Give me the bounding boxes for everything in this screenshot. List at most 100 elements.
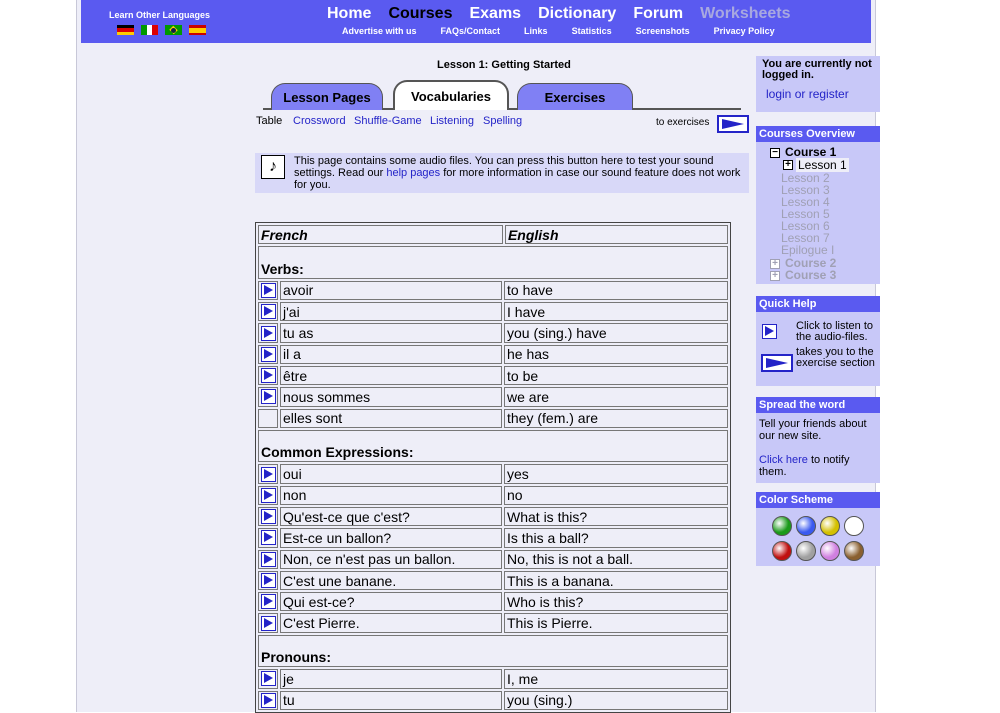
nav-exams[interactable]: Exams — [469, 5, 521, 23]
subnav-screenshots[interactable]: Screenshots — [636, 26, 690, 36]
sub-navigation: Advertise with us FAQs/Contact Links Sta… — [342, 26, 775, 36]
subtab-listening[interactable]: Listening — [430, 115, 474, 127]
french-word: non — [280, 485, 502, 505]
spread-the-word-panel: Spread the word Tell your friends about … — [756, 397, 880, 483]
course-3-item[interactable]: Course 3 — [785, 268, 836, 282]
tab-vocabularies[interactable]: Vocabularies — [393, 80, 509, 110]
subnav-privacy-policy[interactable]: Privacy Policy — [714, 26, 775, 36]
play-audio-icon[interactable] — [260, 325, 276, 341]
play-cell — [258, 485, 278, 505]
nav-courses[interactable]: Courses — [388, 5, 452, 23]
expand-course-3-icon[interactable]: + — [770, 271, 780, 281]
color-scheme-swatch[interactable] — [844, 516, 864, 536]
color-scheme-panel: Color Scheme — [756, 492, 880, 566]
play-cell — [258, 669, 278, 689]
spanish-flag-icon[interactable] — [189, 25, 206, 35]
play-cell — [258, 506, 278, 527]
lesson-1-item[interactable]: Lesson 1 — [796, 158, 849, 172]
color-scheme-swatch[interactable] — [820, 541, 840, 561]
subnav-statistics[interactable]: Statistics — [572, 26, 612, 36]
english-translation: No, this is not a ball. — [504, 549, 728, 569]
english-translation: to have — [504, 280, 728, 301]
help-pages-link[interactable]: help pages — [386, 167, 440, 179]
play-cell — [258, 344, 278, 364]
play-cell — [258, 323, 278, 343]
nav-worksheets[interactable]: Worksheets — [700, 5, 790, 23]
italian-flag-icon[interactable] — [141, 25, 159, 35]
english-translation: This is Pierre. — [504, 613, 728, 633]
nav-dictionary[interactable]: Dictionary — [538, 5, 616, 23]
login-register-link[interactable]: login or register — [766, 87, 849, 101]
to-exercises-arrow-icon[interactable] — [717, 115, 749, 133]
section-title: Verbs: — [258, 246, 728, 279]
play-audio-icon[interactable] — [260, 368, 276, 384]
play-audio-icon[interactable] — [260, 551, 276, 567]
play-audio-icon[interactable] — [260, 304, 276, 320]
color-scheme-swatch[interactable] — [772, 541, 792, 561]
color-scheme-swatch[interactable] — [796, 541, 816, 561]
play-cell — [258, 570, 278, 591]
english-translation: Is this a ball? — [504, 528, 728, 548]
french-word: j'ai — [280, 302, 502, 322]
course-1-item[interactable]: Course 1 — [785, 145, 836, 159]
section-row: Verbs: — [257, 245, 729, 280]
table-row: Qui est-ce? Who is this? — [257, 591, 729, 612]
epilogue-1-item[interactable]: Epilogue I — [781, 243, 834, 257]
play-audio-icon[interactable] — [260, 594, 276, 610]
table-row: C'est Pierre. This is Pierre. — [257, 612, 729, 633]
subtab-spelling[interactable]: Spelling — [483, 115, 522, 127]
play-cell — [258, 387, 278, 407]
table-row: tu as you (sing.) have — [257, 322, 729, 343]
table-row: avoir to have — [257, 280, 729, 301]
play-audio-icon[interactable] — [260, 615, 276, 631]
play-cell — [258, 613, 278, 633]
play-audio-icon[interactable] — [260, 692, 276, 708]
play-audio-icon[interactable] — [260, 282, 276, 298]
play-audio-icon[interactable] — [260, 466, 276, 482]
table-row: je I, me — [257, 668, 729, 689]
french-word: je — [280, 669, 502, 689]
subtab-shuffle-game[interactable]: Shuffle-Game — [354, 115, 422, 127]
top-navigation-bar: Learn Other Languages Home Courses Exams… — [81, 0, 871, 43]
english-translation: Who is this? — [504, 592, 728, 612]
english-translation: they (fem.) are — [504, 408, 728, 428]
subnav-faqs-contact[interactable]: FAQs/Contact — [441, 26, 501, 36]
english-translation: What is this? — [504, 506, 728, 527]
play-audio-icon[interactable] — [260, 389, 276, 405]
tab-lesson-pages[interactable]: Lesson Pages — [271, 83, 383, 110]
vocab-subtabs: Table Crossword Shuffle-Game Listening S… — [255, 115, 749, 135]
play-audio-icon[interactable] — [260, 487, 276, 503]
lesson-title: Lesson 1: Getting Started — [437, 59, 571, 71]
color-scheme-swatch[interactable] — [772, 516, 792, 536]
color-scheme-swatch[interactable] — [820, 516, 840, 536]
play-audio-icon[interactable] — [260, 346, 276, 362]
english-translation: I have — [504, 302, 728, 322]
nav-forum[interactable]: Forum — [633, 5, 683, 23]
english-translation: we are — [504, 387, 728, 407]
color-scheme-title: Color Scheme — [756, 492, 880, 508]
english-translation: you (sing.) — [504, 690, 728, 710]
german-flag-icon[interactable] — [117, 25, 134, 35]
french-word: il a — [280, 344, 502, 364]
subnav-links[interactable]: Links — [524, 26, 548, 36]
table-row: nous sommes we are — [257, 386, 729, 407]
expand-course-2-icon[interactable]: + — [770, 259, 780, 269]
brazilian-flag-icon[interactable] — [165, 25, 182, 35]
tab-exercises[interactable]: Exercises — [517, 83, 633, 110]
color-scheme-swatch[interactable] — [844, 541, 864, 561]
collapse-course-1-icon[interactable]: − — [770, 148, 780, 158]
nav-home[interactable]: Home — [327, 5, 371, 23]
french-word: C'est une banane. — [280, 570, 502, 591]
play-audio-icon[interactable] — [260, 671, 276, 687]
table-row: être to be — [257, 365, 729, 386]
expand-lesson-1-icon[interactable]: + — [783, 160, 793, 170]
music-note-icon[interactable]: ♪ — [261, 155, 285, 179]
color-scheme-swatch[interactable] — [796, 516, 816, 536]
table-row: C'est une banane. This is a banana. — [257, 570, 729, 591]
play-audio-icon[interactable] — [260, 530, 276, 546]
play-audio-icon[interactable] — [260, 573, 276, 588]
play-audio-icon[interactable] — [260, 509, 276, 525]
subnav-advertise[interactable]: Advertise with us — [342, 26, 417, 36]
subtab-crossword[interactable]: Crossword — [293, 115, 346, 127]
click-here-link[interactable]: Click here — [759, 454, 808, 466]
